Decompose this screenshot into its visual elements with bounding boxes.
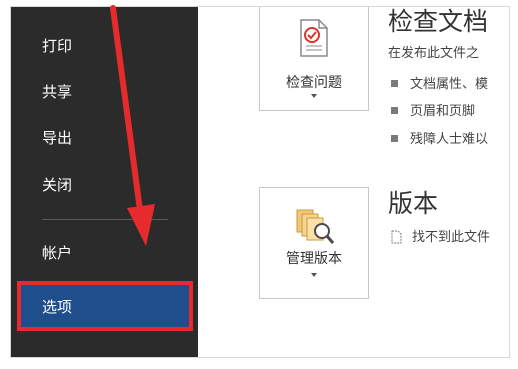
document-icon xyxy=(391,230,402,243)
inspect-bullet: 残障人士难以 xyxy=(391,128,488,147)
inspect-bullet: 文档属性、模 xyxy=(391,73,488,92)
sidebar-item-share[interactable]: 共享 xyxy=(42,82,72,102)
inspect-document-title: 检查文档 xyxy=(388,7,489,36)
backstage-window: 打印 共享 导出 关闭 帐户 选项 检查问题 检查文档 在发布此文件之 文档属性… xyxy=(10,6,510,358)
sidebar-divider xyxy=(42,219,168,220)
versions-description-row: 找不到此文件 xyxy=(391,226,490,245)
sidebar-item-export[interactable]: 导出 xyxy=(42,128,72,148)
backstage-content: 检查问题 检查文档 在发布此文件之 文档属性、模 页眉和页脚 残障人士难以 管理… xyxy=(198,7,509,357)
chevron-down-icon xyxy=(311,94,317,98)
chevron-down-icon xyxy=(311,273,317,277)
sidebar-item-close[interactable]: 关闭 xyxy=(42,175,72,195)
inspect-document-description: 在发布此文件之 xyxy=(388,46,480,61)
bullet-icon xyxy=(391,135,398,142)
manage-versions-button[interactable]: 管理版本 xyxy=(259,187,369,299)
bullet-icon xyxy=(391,107,398,114)
sidebar-item-options-label: 选项 xyxy=(42,298,73,316)
bullet-icon xyxy=(391,80,398,87)
inspect-bullet: 页眉和页脚 xyxy=(391,100,475,119)
inspect-document-icon xyxy=(300,19,328,57)
check-for-issues-button[interactable]: 检查问题 xyxy=(259,7,369,111)
versions-description: 找不到此文件 xyxy=(412,230,491,245)
versions-icon xyxy=(296,209,335,244)
check-for-issues-label: 检查问题 xyxy=(286,75,342,91)
backstage-sidebar: 打印 共享 导出 关闭 帐户 选项 xyxy=(11,7,198,357)
manage-versions-label: 管理版本 xyxy=(286,251,342,267)
sidebar-item-print[interactable]: 打印 xyxy=(42,36,72,56)
versions-title: 版本 xyxy=(388,189,439,218)
sidebar-item-account[interactable]: 帐户 xyxy=(42,243,72,263)
sidebar-item-options[interactable]: 选项 xyxy=(17,281,193,331)
